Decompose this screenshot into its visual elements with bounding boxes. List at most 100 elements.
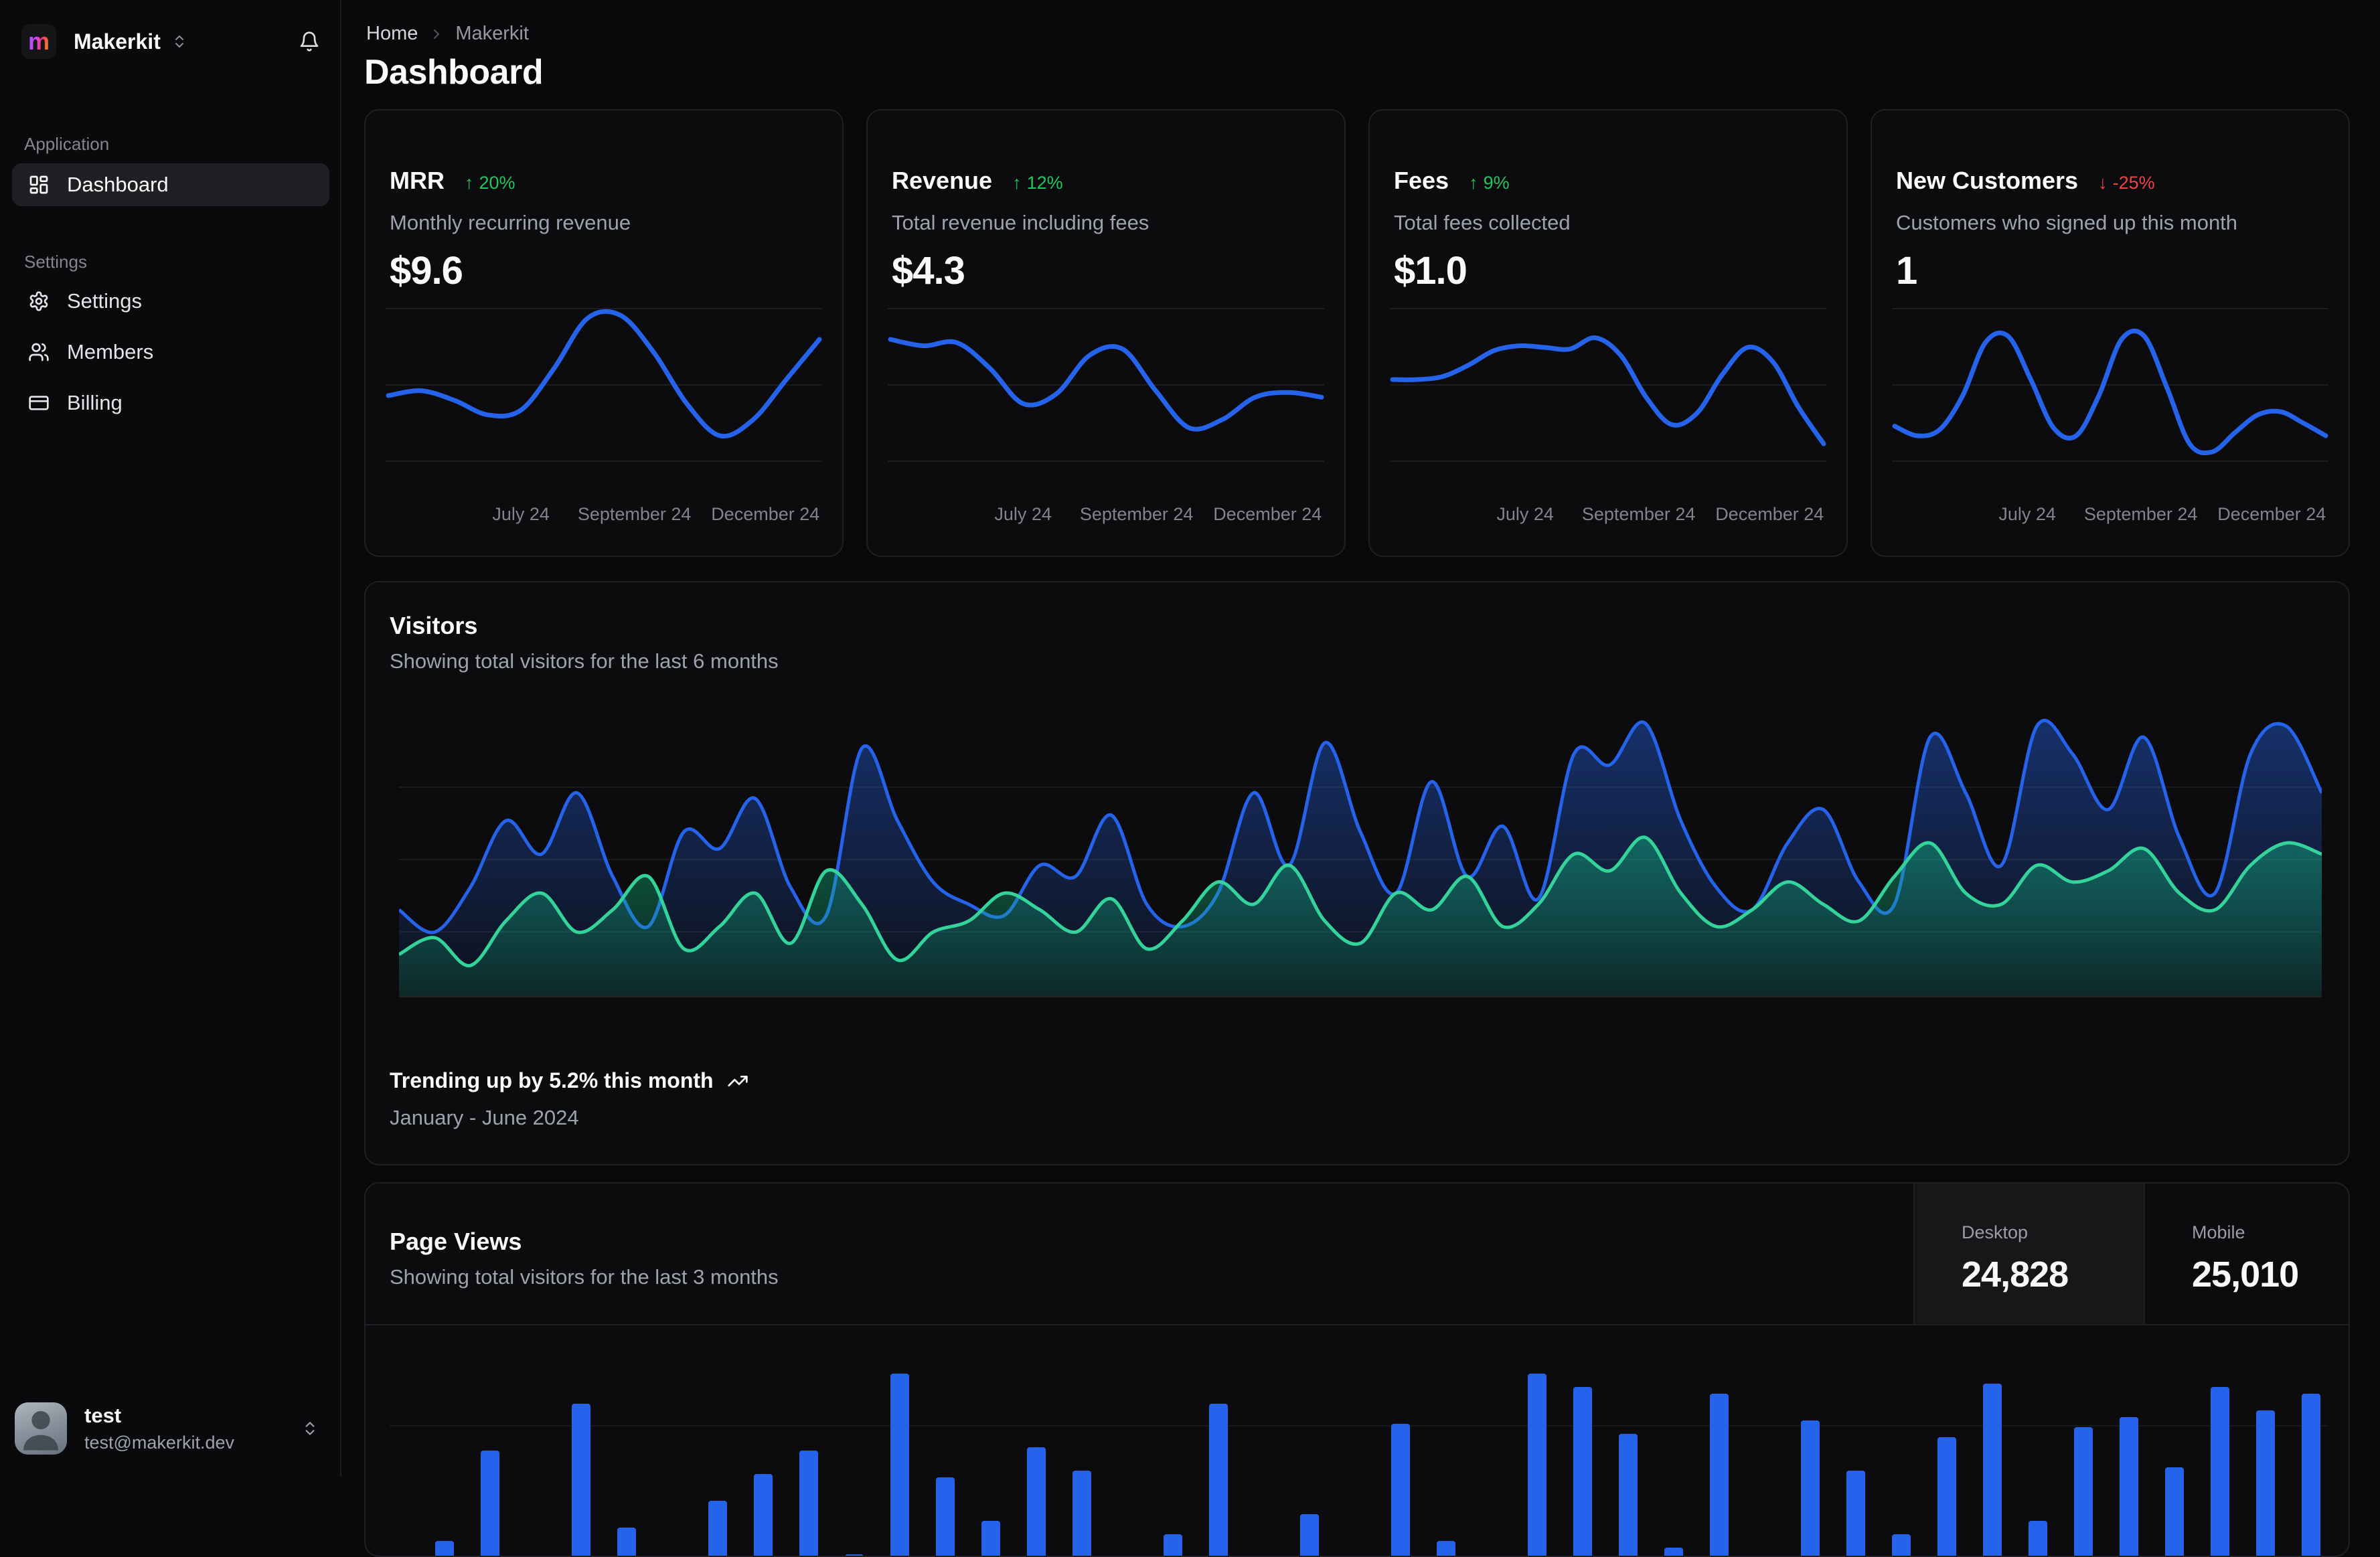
user-menu[interactable]: test test@makerkit.dev <box>15 1398 325 1459</box>
visitors-card: Visitors Showing total visitors for the … <box>364 581 2350 1165</box>
user-name: test <box>84 1404 122 1427</box>
toggle-label: Desktop <box>1962 1222 2029 1242</box>
bar <box>708 1501 727 1556</box>
bar <box>936 1477 955 1556</box>
bar <box>435 1541 454 1556</box>
bar <box>1528 1374 1546 1556</box>
sparkline-chart <box>1892 308 2328 462</box>
bar <box>799 1451 818 1556</box>
sidebar-item-billing[interactable]: Billing <box>12 382 329 424</box>
visitors-area-chart <box>399 718 2322 997</box>
stat-card-header: New Customers ↓ -25% <box>1896 167 2155 195</box>
sidebar-item-label: Dashboard <box>67 173 169 196</box>
stat-card-title: New Customers <box>1896 167 2079 194</box>
stat-card-value: $1.0 <box>1394 249 1467 293</box>
arrow-down-icon: ↓ <box>2098 173 2108 193</box>
bar <box>481 1451 499 1556</box>
bar <box>1391 1424 1410 1556</box>
trend-badge: ↑ 12% <box>1012 173 1063 193</box>
bar <box>2074 1427 2093 1556</box>
sparkline-axis-labels: July 24 September 24 December 24 <box>888 504 1324 528</box>
stat-card-new-customers: New Customers ↓ -25% Customers who signed… <box>1871 109 2350 557</box>
bar <box>890 1374 909 1556</box>
trend-badge: ↑ 9% <box>1469 173 1510 193</box>
stat-card-title: Revenue <box>892 167 993 194</box>
bar <box>1892 1534 1911 1556</box>
toggle-label: Mobile <box>2192 1222 2245 1242</box>
sidebar-item-settings[interactable]: Settings <box>12 280 329 323</box>
page-views-title: Page Views <box>390 1228 522 1255</box>
stat-card-revenue: Revenue ↑ 12% Total revenue including fee… <box>866 109 1346 557</box>
bar <box>1573 1387 1592 1556</box>
chevron-right-icon <box>428 26 445 42</box>
sparkline-axis-labels: July 24 September 24 December 24 <box>386 504 822 528</box>
sparkline-axis-labels: July 24 September 24 December 24 <box>1892 504 2328 528</box>
bar <box>1664 1548 1683 1556</box>
arrow-up-icon: ↑ <box>1012 173 1022 193</box>
bar <box>2256 1410 2275 1556</box>
bar <box>572 1404 590 1556</box>
toggle-desktop[interactable]: Desktop 24,828 <box>1913 1183 2144 1324</box>
sidebar-section-application: Application <box>24 134 110 154</box>
toggle-mobile[interactable]: Mobile 25,010 <box>2144 1183 2349 1324</box>
stat-card-subtitle: Monthly recurring revenue <box>390 211 631 234</box>
toggle-value: 25,010 <box>2192 1254 2299 1295</box>
trending-up-icon <box>727 1075 748 1086</box>
brand-name: Makerkit <box>74 29 161 54</box>
axis-label: July 24 <box>994 504 1052 524</box>
breadcrumb-home[interactable]: Home <box>366 23 418 45</box>
breadcrumb-current[interactable]: Makerkit <box>455 23 529 45</box>
visitors-title: Visitors <box>390 612 478 639</box>
bar <box>845 1554 864 1556</box>
stat-card-subtitle: Total revenue including fees <box>892 211 1149 234</box>
bell-icon[interactable] <box>299 31 320 52</box>
bar <box>1937 1437 1956 1556</box>
sidebar-item-label: Settings <box>67 289 143 313</box>
stat-card-value: $4.3 <box>892 249 965 293</box>
trend-badge: ↑ 20% <box>464 173 515 193</box>
stat-card-header: Fees ↑ 9% <box>1394 167 1510 195</box>
bar <box>2211 1387 2229 1556</box>
axis-label: December 24 <box>2217 504 2326 524</box>
bar <box>1619 1434 1638 1556</box>
bar <box>1437 1541 1455 1556</box>
axis-label: December 24 <box>1715 504 1824 524</box>
stat-card-title: Fees <box>1394 167 1449 194</box>
chevrons-up-down-icon <box>301 1420 319 1437</box>
page-views-bar-chart <box>390 1337 2327 1556</box>
stat-card-value: 1 <box>1896 249 1917 293</box>
sidebar-item-dashboard[interactable]: Dashboard <box>12 163 329 206</box>
bar-chart-gridline <box>390 1425 2327 1426</box>
brand-logo: m <box>21 24 56 59</box>
bar <box>754 1474 773 1556</box>
stat-card-title: MRR <box>390 167 445 194</box>
page-views-card: Page Views Showing total visitors for th… <box>364 1182 2350 1557</box>
visitors-trend-text: Trending up by 5.2% this month <box>390 1068 714 1092</box>
stat-card-subtitle: Customers who signed up this month <box>1896 211 2238 234</box>
visitors-trend-line: Trending up by 5.2% this month <box>390 1068 748 1093</box>
axis-label: September 24 <box>1079 504 1194 524</box>
gear-icon <box>28 291 50 312</box>
bar <box>981 1521 1000 1556</box>
bar <box>1164 1534 1182 1556</box>
bar <box>1073 1471 1091 1556</box>
bar <box>1983 1384 2002 1556</box>
axis-label: July 24 <box>1998 504 2056 524</box>
avatar <box>15 1402 67 1455</box>
sidebar-item-label: Members <box>67 340 154 363</box>
axis-label: September 24 <box>577 504 692 524</box>
sidebar-item-label: Billing <box>67 391 123 414</box>
bar <box>1801 1420 1820 1556</box>
sidebar-item-members[interactable]: Members <box>12 331 329 374</box>
page-views-header-divider <box>366 1324 2349 1325</box>
arrow-up-icon: ↑ <box>1469 173 1478 193</box>
arrow-up-icon: ↑ <box>464 173 474 193</box>
visitors-period: January - June 2024 <box>390 1106 579 1129</box>
layout-dashboard-icon <box>28 174 50 195</box>
page-title: Dashboard <box>364 53 544 92</box>
user-meta: test test@makerkit.dev <box>84 1404 234 1453</box>
workspace-switcher[interactable]: m Makerkit <box>21 21 320 62</box>
axis-label: September 24 <box>1581 504 1696 524</box>
stat-card-fees: Fees ↑ 9% Total fees collected $1.0 July … <box>1368 109 1848 557</box>
stat-card-subtitle: Total fees collected <box>1394 211 1571 234</box>
